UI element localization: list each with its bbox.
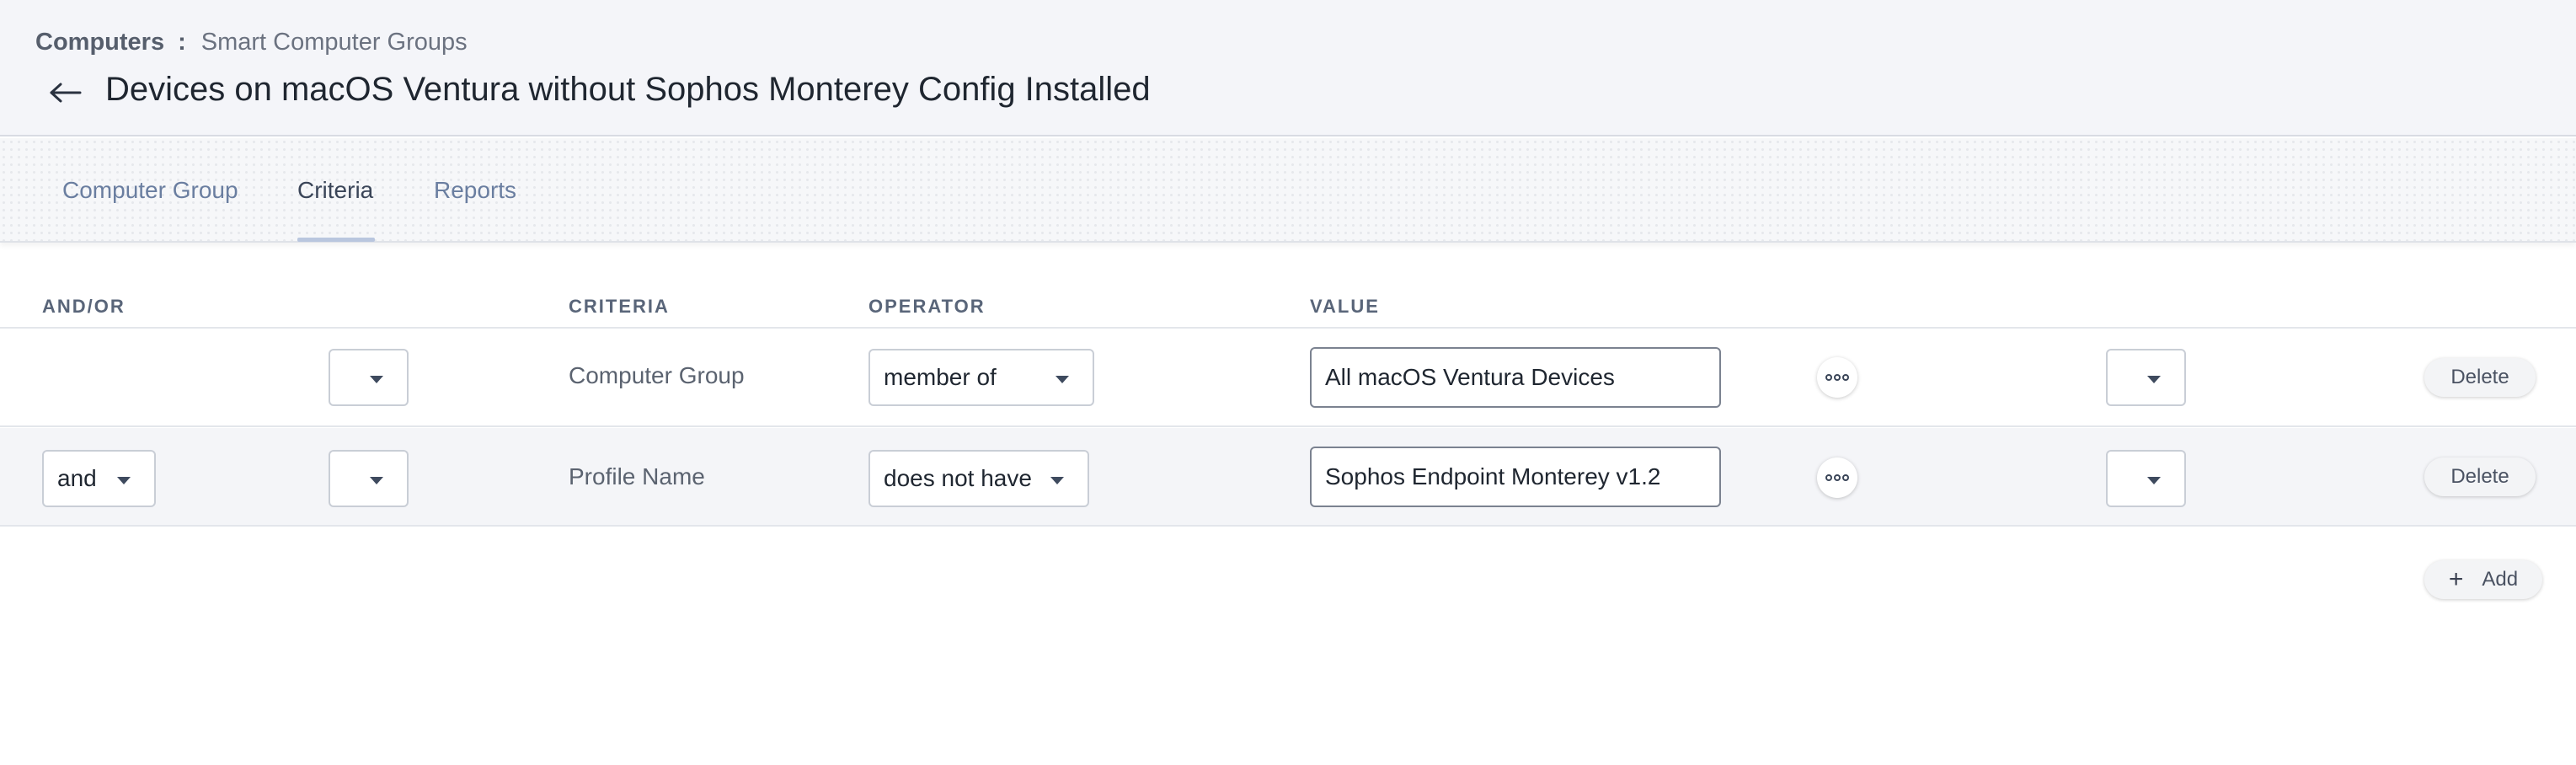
criteria-name: Computer Group (569, 362, 745, 388)
tab-reports[interactable]: Reports (434, 138, 516, 243)
plus-icon: + (2448, 565, 2464, 593)
tab-criteria[interactable]: Criteria (297, 138, 373, 243)
chevron-down-icon (1050, 477, 1064, 484)
page-title: Devices on macOS Ventura without Sophos … (105, 71, 1151, 108)
open-paren-select[interactable] (329, 450, 409, 507)
column-header-value: VALUE (1310, 296, 1380, 317)
operator-select[interactable]: member of (868, 349, 1094, 406)
delete-button[interactable]: Delete (2424, 457, 2536, 496)
more-horizontal-icon (1825, 474, 1849, 481)
operator-value: does not have (884, 465, 1032, 491)
chevron-down-icon (370, 376, 383, 383)
add-criteria-button[interactable]: + Add (2424, 560, 2542, 599)
value-options-button[interactable] (1817, 457, 1857, 498)
operator-value: member of (884, 364, 997, 390)
chevron-down-icon (2147, 477, 2161, 484)
more-horizontal-icon (1825, 374, 1849, 381)
criteria-row: Computer Group member of All macOS Ventu… (0, 329, 2576, 427)
open-paren-select[interactable] (329, 349, 409, 406)
breadcrumb-separator: : (178, 29, 186, 56)
page-header: Computers : Smart Computer Groups Device… (0, 0, 2576, 136)
criteria-name: Profile Name (569, 463, 705, 489)
value-options-button[interactable] (1817, 357, 1857, 398)
delete-button[interactable]: Delete (2424, 358, 2536, 397)
tab-computer-group[interactable]: Computer Group (62, 138, 238, 243)
and-or-select[interactable]: and (42, 450, 156, 507)
operator-select[interactable]: does not have (868, 450, 1089, 507)
breadcrumb-current[interactable]: Smart Computer Groups (201, 29, 468, 56)
and-or-value: and (57, 465, 97, 491)
breadcrumb-root[interactable]: Computers (35, 29, 164, 56)
close-paren-select[interactable] (2106, 450, 2186, 507)
arrow-left-icon (50, 83, 82, 103)
breadcrumb: Computers : Smart Computer Groups (35, 29, 468, 56)
column-header-operator: OPERATOR (868, 296, 986, 317)
add-button-label: Add (2482, 568, 2519, 591)
tab-bar: Computer Group Criteria Reports (0, 138, 2576, 243)
column-header-criteria: CRITERIA (569, 296, 670, 317)
value-field[interactable]: All macOS Ventura Devices (1310, 347, 1721, 408)
column-header-and-or: AND/OR (42, 296, 126, 317)
active-tab-indicator (297, 238, 375, 242)
back-button[interactable] (44, 74, 88, 111)
value-field[interactable]: Sophos Endpoint Monterey v1.2 (1310, 447, 1721, 507)
chevron-down-icon (117, 477, 131, 484)
chevron-down-icon (1056, 376, 1069, 383)
criteria-row: and Profile Name does not have Sophos En… (0, 428, 2576, 527)
chevron-down-icon (2147, 376, 2161, 383)
chevron-down-icon (370, 477, 383, 484)
close-paren-select[interactable] (2106, 349, 2186, 406)
